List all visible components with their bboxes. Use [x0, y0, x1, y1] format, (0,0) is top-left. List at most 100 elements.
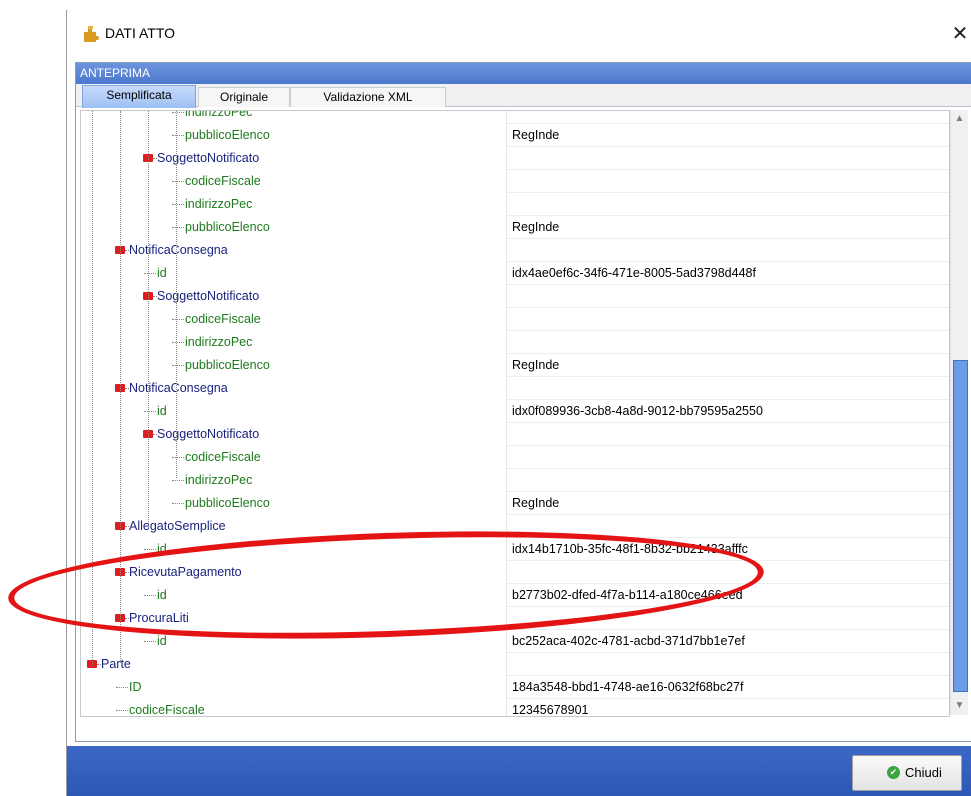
check-circle-icon: ✔ [887, 766, 900, 779]
tree-node[interactable]: AllegatoSemplice [81, 515, 949, 538]
tree-connector [172, 112, 184, 113]
tree-guide [176, 111, 177, 478]
tree-node-value: idx4ae0ef6c-34f6-471e-8005-5ad3798d448f [512, 266, 756, 280]
tree-node-name: pubblicoElenco [185, 358, 270, 372]
panel-header: ANTEPRIMA [76, 63, 971, 84]
tree-node-name: id [157, 588, 167, 602]
tree-node-name: indirizzoPec [185, 473, 253, 487]
tree-node-value: 184a3548-bbd1-4748-ae16-0632f68bc27f [512, 680, 744, 694]
tree-node[interactable]: SoggettoNotificato [81, 285, 949, 308]
tree-node-value: bc252aca-402c-4781-acbd-371d7bb1e7ef [512, 634, 745, 648]
tree-connector [116, 687, 128, 688]
scroll-down-icon[interactable]: ▼ [953, 699, 966, 713]
tree-connector [172, 342, 184, 343]
tree-node-name: id [157, 266, 167, 280]
tree-leaf[interactable]: indirizzoPec [81, 331, 949, 354]
tree-leaf[interactable]: pubblicoElenco RegInde [81, 124, 949, 147]
tree-leaf[interactable]: ID 184a3548-bbd1-4748-ae16-0632f68bc27f [81, 676, 949, 699]
tree-node-value: RegInde [512, 128, 560, 142]
tree-node-name: AllegatoSemplice [129, 519, 226, 533]
tree-connector [172, 227, 184, 228]
tree-node-name: codiceFiscale [185, 174, 261, 188]
tree-node[interactable]: NotificaConsegna [81, 377, 949, 400]
tree-node-name: RicevutaPagamento [129, 565, 242, 579]
tree-guide [148, 111, 149, 528]
close-button[interactable]: ✔ Chiudi [852, 755, 962, 791]
dialog-footer: ✔ Chiudi [67, 746, 971, 796]
tree-node-name: ProcuraLiti [129, 611, 189, 625]
tree-node-value: RegInde [512, 358, 560, 372]
tab-validazione-xml[interactable]: Validazione XML [290, 87, 446, 107]
vertical-scrollbar[interactable]: ▲ ▼ [950, 110, 968, 715]
title-bar: DATI ATTO ✕ [67, 10, 971, 60]
tree-node-name: Parte [101, 657, 131, 671]
tree-connector [172, 365, 184, 366]
tree-leaf[interactable]: pubblicoElenco RegInde [81, 216, 949, 239]
tree-node[interactable]: RicevutaPagamento [81, 561, 949, 584]
tree-node-name: SoggettoNotificato [157, 151, 260, 165]
tree-connector [172, 204, 184, 205]
tab-bar: Semplificata Originale Validazione XML [76, 84, 971, 108]
tab-semplificata[interactable]: Semplificata [82, 85, 196, 108]
tree-node-value: idx14b1710b-35fc-48f1-8b32-bb21433afffc [512, 542, 748, 556]
tree-node[interactable]: ProcuraLiti [81, 607, 949, 630]
tree-node-name: codiceFiscale [185, 312, 261, 326]
puzzle-icon [84, 26, 99, 42]
tree-node-value: idx0f089936-3cb8-4a8d-9012-bb79595a2550 [512, 404, 763, 418]
tree-connector [144, 411, 156, 412]
tree-node[interactable]: SoggettoNotificato [81, 147, 949, 170]
tree-node-name: pubblicoElenco [185, 220, 270, 234]
tree-node-value: b2773b02-dfed-4f7a-b114-a180ce466eed [512, 588, 743, 602]
tree-leaf[interactable]: id idx14b1710b-35fc-48f1-8b32-bb21433afff… [81, 538, 949, 561]
tree-node[interactable]: Parte [81, 653, 949, 676]
tree-connector [144, 549, 156, 550]
tree-node-name: indirizzoPec [185, 110, 253, 119]
tree-node-value: 12345678901 [512, 703, 589, 717]
tree-leaf[interactable]: pubblicoElenco RegInde [81, 492, 949, 515]
tree-node-name: ID [129, 680, 142, 694]
tree-connector [172, 503, 184, 504]
tree-leaf[interactable]: indirizzoPec [81, 110, 949, 124]
tree-guide [120, 111, 121, 663]
tree-node[interactable]: NotificaConsegna [81, 239, 949, 262]
tree-node-value: RegInde [512, 496, 560, 510]
tree-leaf[interactable]: id b2773b02-dfed-4f7a-b114-a180ce466eed [81, 584, 949, 607]
tree-connector [172, 480, 184, 481]
tree-leaf[interactable]: codiceFiscale [81, 170, 949, 193]
tree-node-name: codiceFiscale [129, 703, 205, 717]
tree-leaf[interactable]: codiceFiscale [81, 308, 949, 331]
close-button-label: Chiudi [905, 765, 942, 780]
tab-originale[interactable]: Originale [198, 87, 290, 107]
scroll-thumb[interactable] [953, 360, 968, 692]
tree-leaf[interactable]: codiceFiscale [81, 446, 949, 469]
tree-node-name: NotificaConsegna [129, 243, 228, 257]
tree-connector [172, 135, 184, 136]
tree-node-name: SoggettoNotificato [157, 289, 260, 303]
tree-leaf[interactable]: indirizzoPec [81, 469, 949, 492]
tree-node-name: pubblicoElenco [185, 496, 270, 510]
tree-connector [172, 181, 184, 182]
tree-node[interactable]: SoggettoNotificato [81, 423, 949, 446]
tree-connector [172, 457, 184, 458]
tree-connector [144, 595, 156, 596]
close-icon[interactable]: ✕ [948, 20, 971, 48]
tree-node-name: codiceFiscale [185, 450, 261, 464]
tree-leaf[interactable]: id idx0f089936-3cb8-4a8d-9012-bb79595a255… [81, 400, 949, 423]
tree-node-name: id [157, 634, 167, 648]
dialog-window: DATI ATTO ✕ ANTEPRIMA Semplificata Origi… [66, 10, 971, 796]
tree-node-name: indirizzoPec [185, 197, 253, 211]
tree-leaf[interactable]: id idx4ae0ef6c-34f6-471e-8005-5ad3798d448… [81, 262, 949, 285]
tree-connector [172, 319, 184, 320]
tree-node-name: id [157, 404, 167, 418]
scroll-up-icon[interactable]: ▲ [953, 112, 966, 126]
xml-tree[interactable]: indirizzoPec pubblicoElenco RegInde Soggett… [80, 110, 950, 717]
tree-leaf[interactable]: codiceFiscale 12345678901 [81, 699, 949, 717]
tree-connector [144, 641, 156, 642]
tree-leaf[interactable]: id bc252aca-402c-4781-acbd-371d7bb1e7ef [81, 630, 949, 653]
tree-node-name: NotificaConsegna [129, 381, 228, 395]
tree-node-name: pubblicoElenco [185, 128, 270, 142]
preview-panel: ANTEPRIMA Semplificata Originale Validaz… [75, 62, 971, 742]
tree-leaf[interactable]: pubblicoElenco RegInde [81, 354, 949, 377]
tree-leaf[interactable]: indirizzoPec [81, 193, 949, 216]
tree-connector [144, 273, 156, 274]
